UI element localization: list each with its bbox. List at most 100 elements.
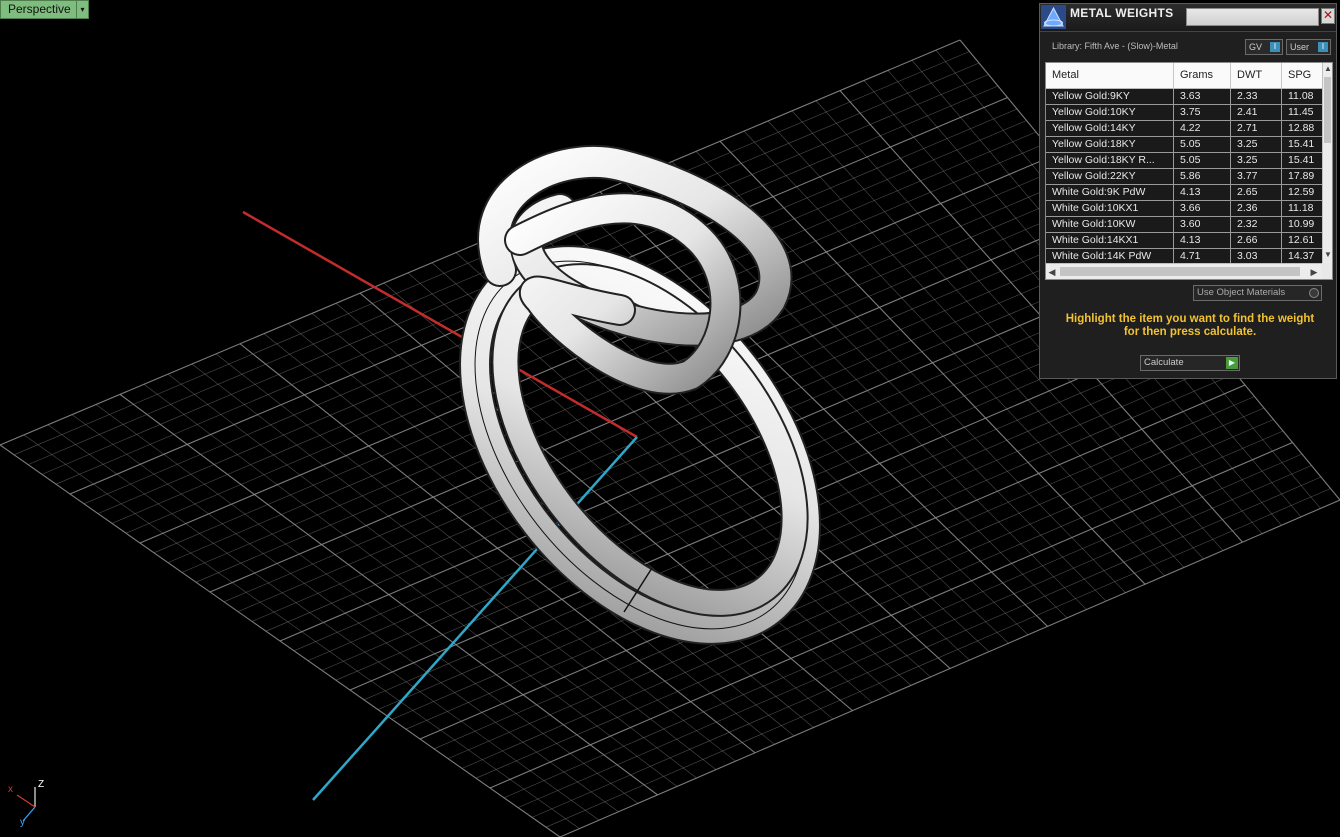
grid-line (545, 488, 1331, 828)
table-row[interactable]: Yellow Gold:18KY 5.05 3.25 15.41 (1046, 137, 1322, 153)
app-logo-icon (1041, 5, 1066, 29)
grid-line (23, 434, 580, 829)
dwt-cell: 2.32 (1231, 217, 1282, 232)
metal-cell: Yellow Gold:9KY (1046, 89, 1174, 104)
metal-cell: Yellow Gold:22KY (1046, 169, 1174, 184)
table-row[interactable]: White Gold:10KX1 3.66 2.36 11.18 (1046, 201, 1322, 217)
dwt-cell: 2.36 (1231, 201, 1282, 216)
metal-cell: White Gold:10KW (1046, 217, 1174, 232)
grams-cell: 3.75 (1174, 105, 1231, 120)
dwt-cell: 3.25 (1231, 137, 1282, 152)
grid-line (517, 465, 1312, 808)
radio-icon[interactable] (1309, 288, 1319, 298)
instruction-line-1: Highlight the item you want to find the … (1065, 313, 1315, 325)
calculate-button[interactable]: Calculate ▶ (1140, 355, 1240, 371)
column-header-metal[interactable]: Metal (1046, 63, 1174, 88)
metal-cell: White Gold:14K PdW (1046, 249, 1174, 264)
scroll-right-icon[interactable]: ▶ (1308, 264, 1320, 279)
dwt-cell: 2.41 (1231, 105, 1282, 120)
user-toggle[interactable]: User I (1286, 39, 1331, 55)
axis-z-label: Z (38, 779, 45, 790)
gv-toggle-info-icon[interactable]: I (1270, 42, 1280, 52)
spg-cell: 14.37 (1288, 250, 1315, 262)
grid-line (531, 476, 1322, 818)
spg-cell: 15.41 (1288, 154, 1315, 166)
spg-cell: 12.59 (1288, 186, 1315, 198)
user-toggle-label: User (1290, 42, 1310, 52)
axis-x-label: x (8, 784, 13, 795)
viewport-label[interactable]: Perspective (0, 0, 78, 19)
close-icon[interactable]: ✕ (1321, 8, 1335, 24)
scroll-down-icon[interactable]: ▼ (1323, 249, 1332, 261)
table-row[interactable]: White Gold:14KX1 4.13 2.66 12.61 (1046, 233, 1322, 249)
grams-cell: 5.05 (1174, 153, 1231, 168)
column-header-spg[interactable]: SPG (1282, 63, 1322, 88)
table-header: Metal Grams DWT SPG (1046, 63, 1322, 89)
grid-line (489, 441, 1293, 789)
grams-cell: 4.13 (1174, 185, 1231, 200)
grams-cell: 3.63 (1174, 89, 1231, 104)
play-icon[interactable]: ▶ (1226, 357, 1238, 369)
scroll-up-icon[interactable]: ▲ (1323, 63, 1332, 75)
spg-cell: 12.61 (1288, 234, 1315, 246)
table-row[interactable]: Yellow Gold:18KY R... 5.05 3.25 15.41 (1046, 153, 1322, 169)
dwt-cell: 3.25 (1231, 153, 1282, 168)
metal-weights-panel: METAL WEIGHTS ✕ Library: Fifth Ave - (Sl… (1039, 3, 1337, 379)
table-row[interactable]: White Gold:10KW 3.60 2.32 10.99 (1046, 217, 1322, 233)
dwt-cell: 2.65 (1231, 185, 1282, 200)
column-header-grams[interactable]: Grams (1174, 63, 1231, 88)
library-label: Library: Fifth Ave - (Slow)-Metal (1052, 41, 1178, 51)
grid-line (95, 404, 639, 804)
spg-cell: 11.45 (1288, 106, 1314, 118)
titlebar-drag-area[interactable] (1186, 8, 1319, 26)
spg-cell: 11.08 (1288, 90, 1314, 102)
table-row[interactable]: White Gold:9K PdW 4.13 2.65 12.59 (1046, 185, 1322, 201)
metal-cell: Yellow Gold:14KY (1046, 121, 1174, 136)
axis-y-label: y (20, 817, 25, 828)
grams-cell: 3.66 (1174, 201, 1231, 216)
gv-toggle-label: GV (1249, 42, 1263, 52)
spg-cell: 12.88 (1288, 122, 1315, 134)
grid-line (503, 453, 1303, 799)
column-header-dwt[interactable]: DWT (1231, 63, 1282, 88)
table-row[interactable]: Yellow Gold:14KY 4.22 2.71 12.88 (1046, 121, 1322, 137)
grams-cell: 4.71 (1174, 249, 1231, 264)
table-body: Yellow Gold:9KY 3.63 2.33 11.08 Yellow Gold:… (1046, 89, 1322, 265)
vertical-scroll-thumb[interactable] (1324, 77, 1331, 143)
spg-cell: 10.99 (1288, 218, 1315, 230)
dwt-cell: 3.77 (1231, 169, 1282, 184)
dwt-cell: 2.71 (1231, 121, 1282, 136)
table-row[interactable]: Yellow Gold:10KY 3.75 2.41 11.45 (1046, 105, 1322, 121)
spg-cell: 11.18 (1288, 202, 1314, 214)
dwt-cell: 3.03 (1231, 249, 1282, 264)
metal-cell: Yellow Gold:18KY R... (1046, 153, 1174, 168)
user-toggle-info-icon[interactable]: I (1318, 42, 1328, 52)
metal-cell: White Gold:10KX1 (1046, 201, 1174, 216)
viewport-menu-chevron-icon[interactable]: ▾ (76, 0, 89, 19)
metal-cell: Yellow Gold:10KY (1046, 105, 1174, 120)
grams-cell: 4.22 (1174, 121, 1231, 136)
axis-gizmo-icon (16, 787, 36, 822)
use-object-materials-toggle[interactable]: Use Object Materials (1193, 285, 1322, 301)
metal-cell: Yellow Gold:18KY (1046, 137, 1174, 152)
table-vertical-scrollbar[interactable]: ▲ ▼ (1322, 63, 1332, 263)
table-row[interactable]: Yellow Gold:22KY 5.86 3.77 17.89 (1046, 169, 1322, 185)
panel-titlebar[interactable]: METAL WEIGHTS ✕ (1040, 4, 1336, 32)
grams-cell: 5.05 (1174, 137, 1231, 152)
grams-cell: 3.60 (1174, 217, 1231, 232)
table-row[interactable]: Yellow Gold:9KY 3.63 2.33 11.08 (1046, 89, 1322, 105)
spg-cell: 15.41 (1288, 138, 1315, 150)
metal-cell: White Gold:9K PdW (1046, 185, 1174, 200)
panel-title: METAL WEIGHTS (1070, 6, 1174, 20)
grams-cell: 5.86 (1174, 169, 1231, 184)
instruction-line-2: for then press calculate. (1123, 326, 1257, 338)
grid-line (119, 393, 658, 796)
horizontal-scroll-thumb[interactable] (1060, 267, 1300, 276)
table-horizontal-scrollbar[interactable]: ◀ ▶ (1046, 263, 1322, 279)
gv-toggle[interactable]: GV I (1245, 39, 1283, 55)
dwt-cell: 2.33 (1231, 89, 1282, 104)
instruction-text: Highlight the item you want to find the … (1050, 313, 1330, 339)
metal-cell: White Gold:14KX1 (1046, 233, 1174, 248)
metal-table[interactable]: Metal Grams DWT SPG Yellow Gold:9KY 3.63 2… (1045, 62, 1333, 280)
scroll-left-icon[interactable]: ◀ (1046, 264, 1058, 279)
